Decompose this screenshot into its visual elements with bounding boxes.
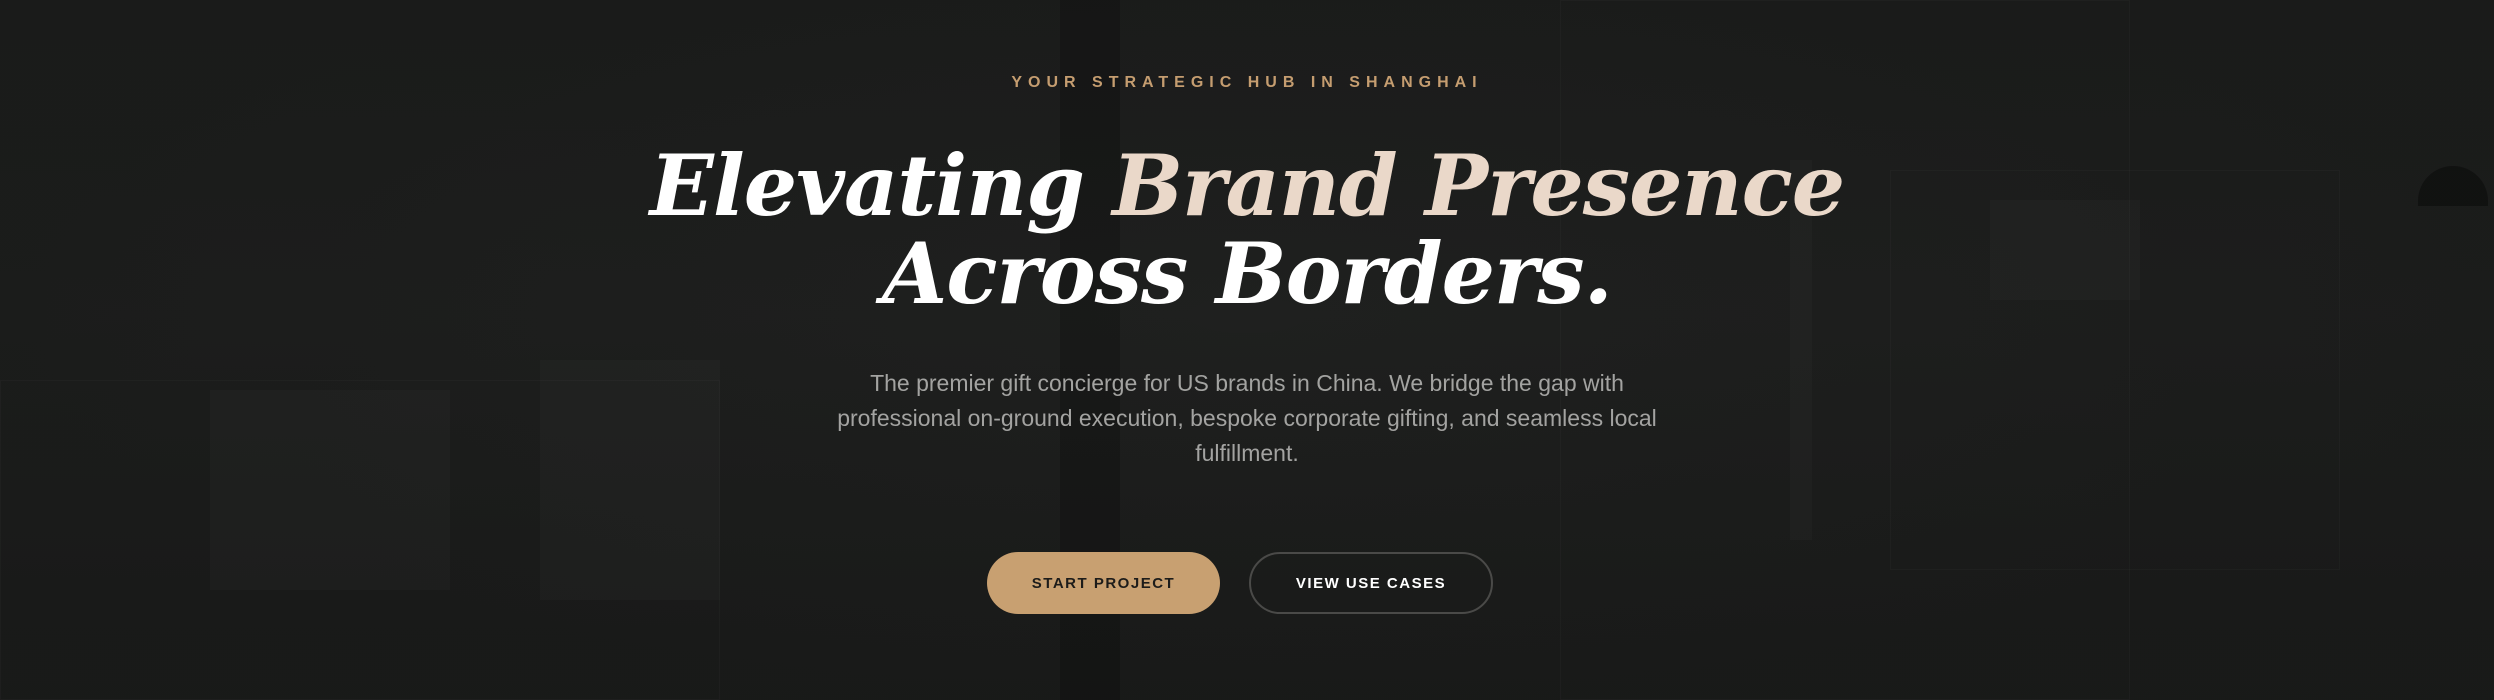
headline-accent: Brand Presence	[1112, 136, 1845, 235]
headline-part-1: Elevating	[649, 136, 1113, 235]
hero-subtitle: The premier gift concierge for US brands…	[837, 370, 1657, 466]
headline-line-2: Across Borders.	[882, 224, 1613, 323]
hero-eyebrow: YOUR STRATEGIC HUB IN SHANGHAI	[1011, 74, 1483, 91]
hero-content: YOUR STRATEGIC HUB IN SHANGHAI Elevating…	[0, 0, 2494, 700]
start-project-button[interactable]: START PROJECT	[987, 552, 1220, 614]
hero-headline: Elevating Brand Presence Across Borders.	[0, 142, 2494, 318]
view-use-cases-button[interactable]: VIEW USE CASES	[1249, 552, 1493, 614]
hero-section: YOUR STRATEGIC HUB IN SHANGHAI Elevating…	[0, 0, 2494, 700]
